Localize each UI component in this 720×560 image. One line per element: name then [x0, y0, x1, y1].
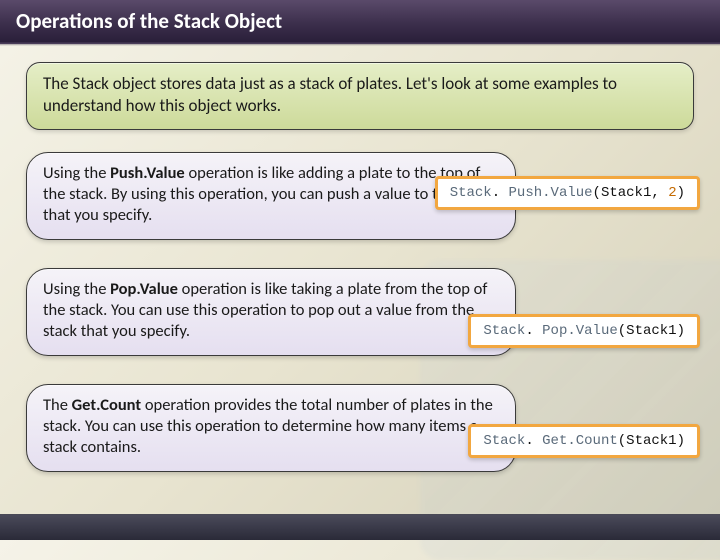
code-snippet-push: Stack. Push.Value(Stack1, 2) [435, 176, 700, 210]
op-text-bold: Pop.Value [110, 279, 178, 299]
content-area: The Stack object stores data just as a s… [0, 44, 720, 510]
operation-row-push: Using the Push.Value operation is like a… [26, 152, 694, 244]
code-method: Get.Count [542, 433, 618, 449]
intro-box: The Stack object stores data just as a s… [26, 62, 694, 130]
op-text-bold: Get.Count [72, 395, 141, 415]
code-method: Push.Value [509, 185, 593, 201]
op-text-pre: Using the [43, 279, 110, 299]
code-method: Pop.Value [542, 323, 618, 339]
code-snippet-pop: Stack. Pop.Value(Stack1) [468, 314, 700, 348]
intro-text: The Stack object stores data just as a s… [43, 73, 617, 116]
code-rparen: ) [677, 433, 685, 449]
operation-row-getcount: The Get.Count operation provides the tot… [26, 384, 694, 476]
op-text-bold: Push.Value [110, 163, 185, 183]
operation-row-pop: Using the Pop.Value operation is like ta… [26, 268, 694, 360]
code-comma: , [651, 185, 668, 201]
code-lparen: ( [593, 185, 601, 201]
code-rparen: ) [677, 185, 685, 201]
code-class: Stack [450, 185, 492, 201]
code-lparen: ( [618, 433, 626, 449]
code-arg2: 2 [668, 185, 676, 201]
code-dot: . [525, 433, 542, 449]
code-arg1: Stack1 [626, 433, 676, 449]
code-lparen: ( [618, 323, 626, 339]
title-bar: Operations of the Stack Object [0, 0, 720, 44]
code-arg1: Stack1 [601, 185, 651, 201]
operation-desc-pop: Using the Pop.Value operation is like ta… [26, 268, 516, 355]
code-snippet-getcount: Stack. Get.Count(Stack1) [468, 424, 700, 458]
page-title: Operations of the Stack Object [16, 8, 282, 34]
footer-bar [0, 514, 720, 540]
code-arg1: Stack1 [626, 323, 676, 339]
code-class: Stack [483, 323, 525, 339]
code-class: Stack [483, 433, 525, 449]
operation-desc-getcount: The Get.Count operation provides the tot… [26, 384, 516, 471]
code-rparen: ) [677, 323, 685, 339]
code-dot: . [492, 185, 509, 201]
code-dot: . [525, 323, 542, 339]
op-text-pre: The [43, 395, 72, 415]
op-text-pre: Using the [43, 163, 110, 183]
